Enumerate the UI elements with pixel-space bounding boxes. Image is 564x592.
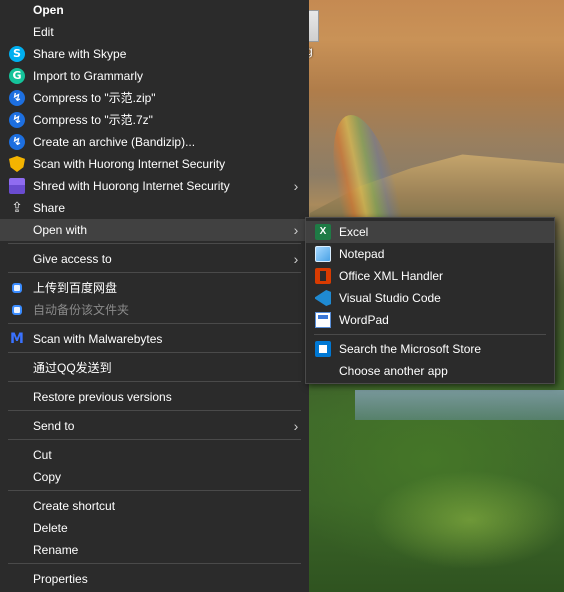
wordpad-icon [315, 312, 331, 328]
menu-item-label: Share with Skype [33, 47, 127, 61]
menu-item-open-with[interactable]: Open with › [0, 219, 309, 241]
menu-item-label: Open with [33, 223, 88, 237]
chevron-right-icon: › [293, 418, 299, 434]
menu-item-label: Create an archive (Bandizip)... [33, 135, 196, 149]
open-with-submenu: X Excel Notepad Office XML Handler Visua… [305, 217, 555, 384]
menu-item-shred-huorong[interactable]: Shred with Huorong Internet Security › [0, 175, 309, 197]
menu-item-label: Edit [33, 25, 54, 39]
menu-separator [8, 490, 301, 491]
open-with-excel[interactable]: X Excel [306, 221, 554, 243]
office-icon [315, 268, 331, 284]
menu-item-label: Scan with Malwarebytes [33, 332, 163, 346]
menu-item-label: Send to [33, 419, 75, 433]
menu-item-label: 自动备份该文件夹 [33, 303, 130, 317]
menu-item-scan-malwarebytes[interactable]: M Scan with Malwarebytes [0, 328, 309, 350]
menu-item-share-with-skype[interactable]: S Share with Skype [0, 43, 309, 65]
menu-item-send-to[interactable]: Send to › [0, 415, 309, 437]
submenu-item-label: Choose another app [339, 364, 448, 378]
malwarebytes-icon: M [10, 331, 24, 347]
menu-item-label: Shred with Huorong Internet Security [33, 179, 230, 193]
menu-item-send-via-qq[interactable]: 通过QQ发送到 [0, 357, 309, 379]
bandizip-icon: ↯ [9, 90, 25, 106]
menu-item-label: 上传到百度网盘 [33, 281, 118, 295]
bandizip-icon: ↯ [9, 134, 25, 150]
bandizip-icon: ↯ [9, 112, 25, 128]
menu-item-label: Share [33, 201, 66, 215]
wallpaper-sea [355, 390, 564, 420]
menu-item-label: 通过QQ发送到 [33, 361, 112, 375]
menu-separator [8, 410, 301, 411]
grammarly-icon: G [9, 68, 25, 84]
menu-separator [8, 352, 301, 353]
menu-separator [8, 381, 301, 382]
menu-item-compress-7z[interactable]: ↯ Compress to "示范.7z" [0, 109, 309, 131]
baidu-netdisk-icon [12, 283, 22, 293]
chevron-right-icon: › [293, 222, 299, 238]
open-with-office-xml-handler[interactable]: Office XML Handler [306, 265, 554, 287]
chevron-right-icon: › [293, 178, 299, 194]
open-with-notepad[interactable]: Notepad [306, 243, 554, 265]
menu-item-label: Compress to "示范.7z" [33, 113, 153, 127]
menu-separator [8, 272, 301, 273]
microsoft-store-icon [315, 341, 331, 357]
menu-separator [8, 323, 301, 324]
context-menu: Open Edit S Share with Skype G Import to… [0, 0, 309, 592]
menu-item-label: Create shortcut [33, 499, 116, 513]
menu-item-delete[interactable]: Delete [0, 517, 309, 539]
menu-separator [8, 243, 301, 244]
menu-item-open[interactable]: Open [0, 0, 309, 21]
menu-item-import-to-grammarly[interactable]: G Import to Grammarly [0, 65, 309, 87]
menu-item-label: Copy [33, 470, 62, 484]
menu-item-label: Open [33, 3, 64, 17]
search-microsoft-store[interactable]: Search the Microsoft Store [306, 338, 554, 360]
menu-item-create-archive[interactable]: ↯ Create an archive (Bandizip)... [0, 131, 309, 153]
huorong-shield-icon [9, 156, 25, 172]
submenu-item-label: Office XML Handler [339, 269, 444, 283]
submenu-item-label: Excel [339, 225, 369, 239]
menu-item-label: Scan with Huorong Internet Security [33, 157, 226, 171]
submenu-item-label: Visual Studio Code [339, 291, 441, 305]
open-with-vscode[interactable]: Visual Studio Code [306, 287, 554, 309]
menu-item-create-shortcut[interactable]: Create shortcut [0, 495, 309, 517]
menu-item-cut[interactable]: Cut [0, 444, 309, 466]
baidu-netdisk-icon [12, 305, 22, 315]
notepad-icon [315, 246, 331, 262]
menu-item-properties[interactable]: Properties [0, 568, 309, 590]
menu-item-auto-backup-folder[interactable]: 自动备份该文件夹 [0, 299, 309, 321]
menu-item-label: Rename [33, 543, 79, 557]
choose-another-app[interactable]: Choose another app [306, 360, 554, 382]
menu-item-restore-previous-versions[interactable]: Restore previous versions [0, 386, 309, 408]
open-with-wordpad[interactable]: WordPad [306, 309, 554, 331]
menu-separator [8, 439, 301, 440]
menu-item-share[interactable]: ⇪ Share [0, 197, 309, 219]
share-icon: ⇪ [11, 200, 23, 216]
menu-item-label: Cut [33, 448, 52, 462]
chevron-right-icon: › [293, 251, 299, 267]
submenu-item-label: WordPad [339, 313, 389, 327]
vscode-icon [315, 290, 331, 306]
skype-icon: S [9, 46, 25, 62]
submenu-item-label: Search the Microsoft Store [339, 342, 482, 356]
menu-item-label: Compress to "示范.zip" [33, 91, 156, 105]
submenu-separator [314, 334, 546, 335]
menu-item-label: Properties [33, 572, 88, 586]
menu-item-copy[interactable]: Copy [0, 466, 309, 488]
menu-item-label: Restore previous versions [33, 390, 172, 404]
excel-icon: X [315, 224, 331, 240]
menu-item-edit[interactable]: Edit [0, 21, 309, 43]
menu-item-label: Give access to [33, 252, 112, 266]
menu-item-give-access-to[interactable]: Give access to › [0, 248, 309, 270]
shredder-icon [9, 178, 25, 194]
menu-item-compress-zip[interactable]: ↯ Compress to "示范.zip" [0, 87, 309, 109]
menu-item-scan-huorong[interactable]: Scan with Huorong Internet Security [0, 153, 309, 175]
menu-item-upload-baidu[interactable]: 上传到百度网盘 [0, 277, 309, 299]
menu-item-label: Delete [33, 521, 68, 535]
submenu-item-label: Notepad [339, 247, 385, 261]
menu-item-rename[interactable]: Rename [0, 539, 309, 561]
menu-item-label: Import to Grammarly [33, 69, 144, 83]
menu-separator [8, 563, 301, 564]
